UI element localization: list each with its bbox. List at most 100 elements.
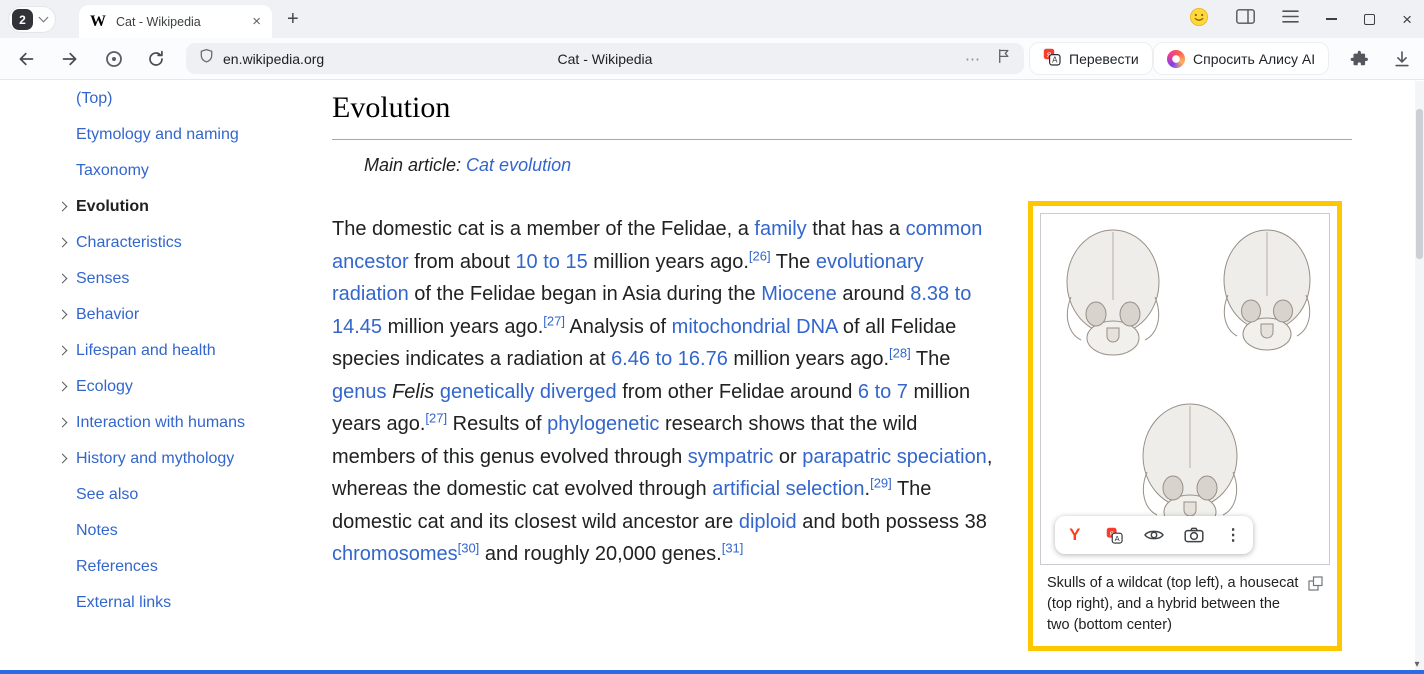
inline-link[interactable]: artificial selection bbox=[712, 478, 864, 500]
address-bar[interactable]: en.wikipedia.org Cat - Wikipedia ⋯ bbox=[186, 43, 1024, 74]
chevron-right-icon[interactable] bbox=[58, 274, 68, 284]
ask-alice-button[interactable]: Спросить Алису AI bbox=[1154, 43, 1328, 74]
inline-link[interactable]: mitochondrial DNA bbox=[672, 316, 838, 338]
back-icon[interactable] bbox=[16, 49, 36, 74]
highlighted-figure[interactable]: Y яA ⋮ bbox=[1028, 201, 1342, 651]
inline-link[interactable]: genetically diverged bbox=[440, 381, 617, 403]
inline-link[interactable]: diploid bbox=[739, 511, 797, 533]
close-window-button[interactable]: × bbox=[1402, 11, 1412, 28]
toc-item[interactable]: Notes bbox=[56, 513, 318, 549]
translate-button[interactable]: яA Перевести bbox=[1030, 43, 1152, 74]
yandex-browser-icon[interactable] bbox=[104, 49, 124, 74]
chevron-right-icon[interactable] bbox=[58, 202, 68, 212]
maximize-button[interactable] bbox=[1364, 14, 1375, 25]
inline-link[interactable]: chromosomes bbox=[332, 543, 458, 565]
hatnote-link[interactable]: Cat evolution bbox=[466, 155, 571, 175]
inline-link[interactable]: speciation bbox=[897, 446, 987, 468]
inline-link[interactable]: parapatric bbox=[802, 446, 891, 468]
inline-link[interactable]: family bbox=[754, 218, 806, 240]
extensions-puzzle-icon[interactable] bbox=[1348, 49, 1368, 74]
chevron-down-icon[interactable] bbox=[39, 13, 49, 23]
reference-link[interactable]: [26] bbox=[749, 248, 771, 263]
inline-link[interactable]: genus bbox=[332, 381, 387, 403]
reference-link[interactable]: [27] bbox=[543, 313, 565, 328]
bookmark-flag-icon[interactable] bbox=[995, 47, 1012, 70]
chevron-right-icon[interactable] bbox=[58, 238, 68, 248]
toc-item[interactable]: Etymology and naming bbox=[56, 117, 318, 153]
browser-tab[interactable]: W Cat - Wikipedia × bbox=[79, 5, 272, 38]
table-of-contents: (Top) Etymology and naming Taxonomy Evoluti… bbox=[56, 81, 318, 621]
inline-link[interactable]: 8.38 to 14.45 bbox=[332, 283, 971, 338]
tab-count-badge[interactable]: 2 bbox=[12, 9, 33, 30]
chevron-right-icon[interactable] bbox=[58, 418, 68, 428]
toc-item[interactable]: Evolution bbox=[56, 189, 318, 225]
toc-item-label[interactable]: History and mythology bbox=[76, 450, 234, 468]
forward-icon[interactable] bbox=[60, 49, 80, 74]
url-domain[interactable]: en.wikipedia.org bbox=[223, 51, 324, 67]
translate-icon[interactable]: яA bbox=[1097, 518, 1131, 552]
browser-toolbar: en.wikipedia.org Cat - Wikipedia ⋯ яA Пе… bbox=[0, 38, 1424, 80]
toc-item[interactable]: Behavior bbox=[56, 297, 318, 333]
menu-icon[interactable] bbox=[1282, 10, 1299, 28]
toc-item[interactable]: See also bbox=[56, 477, 318, 513]
toc-item[interactable]: External links bbox=[56, 585, 318, 621]
inline-link[interactable]: Miocene bbox=[761, 283, 837, 305]
reference-link[interactable]: [29] bbox=[870, 475, 892, 490]
toc-item-label[interactable]: Senses bbox=[76, 270, 129, 288]
chevron-right-icon[interactable] bbox=[58, 454, 68, 464]
toc-item-label[interactable]: References bbox=[76, 558, 158, 576]
toc-item-label[interactable]: Taxonomy bbox=[76, 162, 149, 180]
chevron-right-icon[interactable] bbox=[58, 310, 68, 320]
protect-shield-icon[interactable] bbox=[198, 47, 215, 70]
scrollbar-thumb[interactable] bbox=[1416, 109, 1423, 259]
inline-link[interactable]: phylogenetic bbox=[547, 413, 659, 435]
toc-item-label[interactable]: Lifespan and health bbox=[76, 342, 216, 360]
enlarge-icon[interactable] bbox=[1308, 576, 1323, 598]
toc-item[interactable]: (Top) bbox=[56, 81, 318, 117]
toc-item-label[interactable]: Evolution bbox=[76, 198, 149, 216]
toc-item-label[interactable]: Ecology bbox=[76, 378, 133, 396]
inline-link[interactable]: 6 to 7 bbox=[858, 381, 908, 403]
visual-search-icon[interactable] bbox=[1177, 518, 1211, 552]
toc-item[interactable]: Lifespan and health bbox=[56, 333, 318, 369]
chevron-right-icon[interactable] bbox=[58, 346, 68, 356]
chevron-right-icon[interactable] bbox=[58, 382, 68, 392]
toc-item[interactable]: Ecology bbox=[56, 369, 318, 405]
eye-icon[interactable] bbox=[1137, 518, 1171, 552]
reference-link[interactable]: [27] bbox=[425, 410, 447, 425]
reload-icon[interactable] bbox=[146, 49, 166, 74]
skulls-image[interactable]: Y яA ⋮ bbox=[1040, 213, 1330, 565]
toc-item-label[interactable]: External links bbox=[76, 594, 171, 612]
more-icon[interactable]: ⋮ bbox=[1216, 518, 1250, 552]
reference-link[interactable]: [28] bbox=[889, 345, 911, 360]
reference-link[interactable]: [31] bbox=[722, 540, 744, 555]
more-icon[interactable]: ⋯ bbox=[965, 50, 981, 68]
toc-item-label[interactable]: (Top) bbox=[76, 90, 112, 108]
toc-item-label[interactable]: Characteristics bbox=[76, 234, 182, 252]
reference-link[interactable]: [30] bbox=[458, 540, 480, 555]
toc-item[interactable]: Characteristics bbox=[56, 225, 318, 261]
new-tab-button[interactable]: + bbox=[287, 8, 299, 31]
toc-item[interactable]: Taxonomy bbox=[56, 153, 318, 189]
toc-item[interactable]: Interaction with humans bbox=[56, 405, 318, 441]
toc-item[interactable]: History and mythology bbox=[56, 441, 318, 477]
inline-link[interactable]: sympatric bbox=[688, 446, 774, 468]
side-panels-icon[interactable] bbox=[1236, 9, 1255, 29]
toc-item-label[interactable]: Etymology and naming bbox=[76, 126, 239, 144]
toc-item-label[interactable]: Notes bbox=[76, 522, 118, 540]
inline-link[interactable]: 6.46 to 16.76 bbox=[611, 348, 728, 370]
toc-item[interactable]: Senses bbox=[56, 261, 318, 297]
toc-item-label[interactable]: Interaction with humans bbox=[76, 414, 245, 432]
inline-link[interactable]: 10 to 15 bbox=[515, 251, 587, 273]
minimize-button[interactable] bbox=[1326, 18, 1337, 20]
yandex-icon[interactable]: Y bbox=[1058, 518, 1092, 552]
toc-item[interactable]: References bbox=[56, 549, 318, 585]
smiley-icon[interactable] bbox=[1189, 7, 1209, 32]
scrollbar-track[interactable] bbox=[1415, 81, 1424, 670]
scroll-down-arrow[interactable]: ▾ bbox=[1411, 659, 1423, 670]
tab-counter[interactable]: 2 bbox=[8, 6, 56, 33]
toc-item-label[interactable]: Behavior bbox=[76, 306, 139, 324]
tab-close-icon[interactable]: × bbox=[252, 14, 261, 29]
toc-item-label[interactable]: See also bbox=[76, 486, 138, 504]
downloads-icon[interactable] bbox=[1392, 49, 1412, 74]
